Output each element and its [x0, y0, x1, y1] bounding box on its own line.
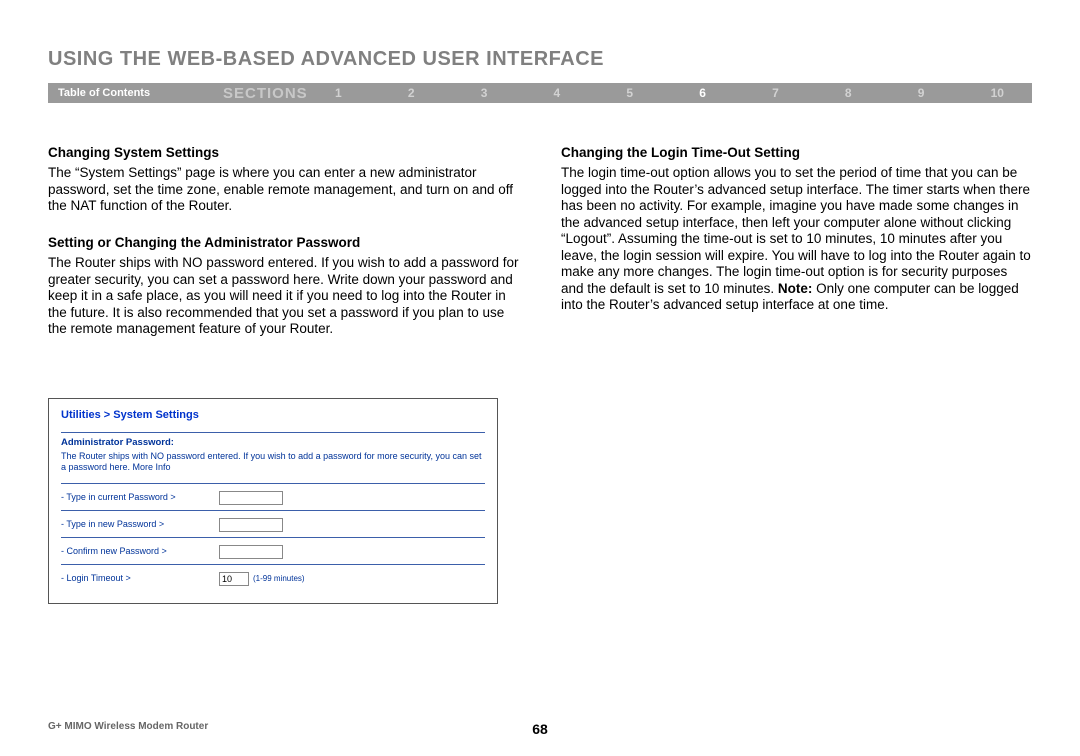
section-link-9[interactable]: 9	[918, 86, 925, 100]
toc-link[interactable]: Table of Contents	[48, 87, 223, 99]
product-name: G+ MIMO Wireless Modem Router	[48, 721, 208, 732]
para-system-settings: The “System Settings” page is where you …	[48, 165, 519, 214]
section-link-10[interactable]: 10	[991, 86, 1004, 100]
section-link-5[interactable]: 5	[626, 86, 633, 100]
para-login-timeout: The login time-out option allows you to …	[561, 165, 1032, 313]
confirm-password-input[interactable]	[219, 545, 283, 559]
para-admin-password: The Router ships with NO password entere…	[48, 255, 519, 337]
current-password-input[interactable]	[219, 491, 283, 505]
label-confirm-password: - Confirm new Password >	[61, 546, 219, 557]
timeout-hint: (1-99 minutes)	[253, 574, 305, 584]
page-title: USING THE WEB-BASED ADVANCED USER INTERF…	[48, 48, 1032, 71]
heading-login-timeout: Changing the Login Time-Out Setting	[561, 145, 1032, 161]
section-numbers: 1 2 3 4 5 6 7 8 9 10	[335, 86, 1032, 100]
page-footer: G+ MIMO Wireless Modem Router 68	[48, 721, 1032, 732]
section-nav: Table of Contents SECTIONS 1 2 3 4 5 6 7…	[48, 83, 1032, 103]
label-new-password: - Type in new Password >	[61, 519, 219, 530]
panel-breadcrumb: Utilities > System Settings	[61, 409, 485, 422]
login-timeout-input[interactable]	[219, 572, 249, 586]
new-password-input[interactable]	[219, 518, 283, 532]
section-link-7[interactable]: 7	[772, 86, 779, 100]
section-link-1[interactable]: 1	[335, 86, 342, 100]
label-login-timeout: - Login Timeout >	[61, 573, 219, 584]
more-info-link[interactable]: More Info	[133, 462, 171, 472]
right-column: Changing the Login Time-Out Setting The …	[561, 145, 1032, 604]
page-number: 68	[532, 721, 548, 737]
section-link-6[interactable]: 6	[699, 86, 706, 100]
section-link-2[interactable]: 2	[408, 86, 415, 100]
panel-section-title: Administrator Password:	[61, 437, 485, 449]
note-label: Note:	[778, 281, 813, 296]
heading-system-settings: Changing System Settings	[48, 145, 519, 161]
section-link-4[interactable]: 4	[554, 86, 561, 100]
settings-panel: Utilities > System Settings Administrato…	[48, 398, 498, 604]
section-link-8[interactable]: 8	[845, 86, 852, 100]
panel-desc: The Router ships with NO password entere…	[61, 451, 485, 473]
label-current-password: - Type in current Password >	[61, 492, 219, 503]
section-link-3[interactable]: 3	[481, 86, 488, 100]
heading-admin-password: Setting or Changing the Administrator Pa…	[48, 235, 519, 251]
left-column: Changing System Settings The “System Set…	[48, 145, 519, 604]
sections-label: SECTIONS	[223, 85, 335, 102]
